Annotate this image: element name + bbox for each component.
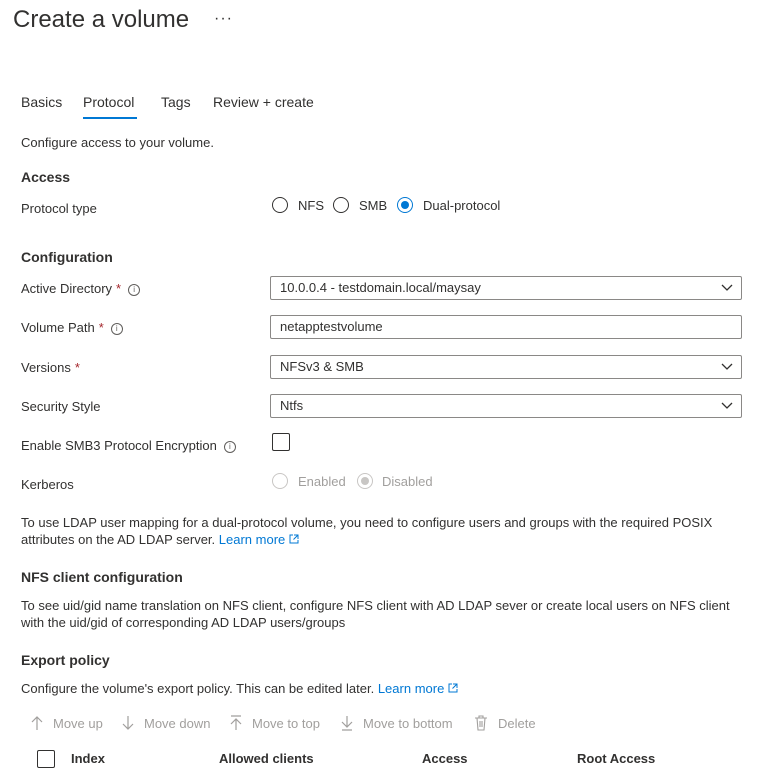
tab-active-indicator	[83, 117, 137, 119]
radio-dual-protocol-label[interactable]: Dual-protocol	[423, 198, 500, 213]
move-to-bottom-button[interactable]: Move to bottom	[363, 716, 453, 731]
smb3-encryption-checkbox[interactable]	[272, 433, 290, 451]
radio-kerberos-disabled[interactable]	[357, 473, 373, 489]
delete-button[interactable]: Delete	[498, 716, 536, 731]
move-to-top-icon	[230, 715, 242, 730]
versions-label: Versions *	[21, 360, 80, 375]
tab-review-create[interactable]: Review + create	[213, 94, 314, 110]
radio-smb-label[interactable]: SMB	[359, 198, 387, 213]
export-policy-heading: Export policy	[21, 652, 110, 668]
radio-kerberos-disabled-label[interactable]: Disabled	[382, 474, 433, 489]
move-to-bottom-icon	[341, 716, 353, 731]
ldap-note-line1: To use LDAP user mapping for a dual-prot…	[21, 515, 713, 530]
radio-smb[interactable]	[333, 197, 349, 213]
nfs-client-line1: To see uid/gid name translation on NFS c…	[21, 598, 730, 613]
chevron-down-icon	[721, 363, 733, 370]
tab-tags[interactable]: Tags	[161, 94, 191, 110]
chevron-down-icon	[721, 402, 733, 409]
trash-icon	[475, 715, 487, 731]
select-all-checkbox[interactable]	[37, 750, 55, 768]
access-heading: Access	[21, 169, 71, 185]
radio-nfs[interactable]	[272, 197, 288, 213]
column-header-root-access[interactable]: Root Access	[577, 751, 655, 766]
protocol-type-label: Protocol type	[21, 201, 97, 216]
arrow-down-icon	[122, 716, 134, 730]
active-directory-dropdown[interactable]: 10.0.0.4 - testdomain.local/maysay	[270, 276, 742, 300]
active-directory-label: Active Directory * i	[21, 281, 141, 296]
radio-dual-protocol[interactable]	[397, 197, 413, 213]
kerberos-label: Kerberos	[21, 477, 74, 492]
tab-protocol[interactable]: Protocol	[83, 94, 134, 110]
column-header-access[interactable]: Access	[422, 751, 468, 766]
external-link-icon	[448, 683, 458, 693]
required-marker: *	[116, 281, 122, 296]
learn-more-link[interactable]: Learn more	[219, 532, 285, 547]
column-header-allowed-clients[interactable]: Allowed clients	[219, 751, 314, 766]
column-header-index[interactable]: Index	[71, 751, 105, 766]
volume-path-label: Volume Path * i	[21, 320, 123, 335]
ldap-note-line2: attributes on the AD LDAP server. Learn …	[21, 532, 299, 547]
info-icon[interactable]: i	[110, 323, 123, 335]
nfs-client-line2: with the uid/gid of corresponding AD LDA…	[21, 615, 346, 630]
chevron-down-icon	[721, 284, 733, 291]
move-up-button[interactable]: Move up	[53, 716, 103, 731]
page-title: Create a volume	[13, 6, 190, 33]
radio-nfs-label[interactable]: NFS	[298, 198, 324, 213]
nfs-client-heading: NFS client configuration	[21, 569, 183, 585]
info-icon[interactable]: i	[223, 441, 236, 453]
radio-kerberos-enabled-label[interactable]: Enabled	[298, 474, 346, 489]
arrow-up-icon	[31, 716, 43, 730]
info-icon[interactable]: i	[128, 284, 141, 296]
security-style-dropdown[interactable]: Ntfs	[270, 394, 742, 418]
versions-dropdown[interactable]: NFSv3 & SMB	[270, 355, 742, 379]
security-style-label: Security Style	[21, 399, 101, 414]
configuration-heading: Configuration	[21, 249, 113, 265]
smb3-encryption-label: Enable SMB3 Protocol Encryption i	[21, 438, 236, 453]
external-link-icon	[289, 534, 299, 544]
intro-text: Configure access to your volume.	[21, 135, 214, 150]
required-marker: *	[98, 320, 104, 335]
radio-kerberos-enabled[interactable]	[272, 473, 288, 489]
volume-path-input[interactable]: netapptestvolume	[270, 315, 742, 339]
more-options-button[interactable]: ···	[214, 10, 233, 28]
required-marker: *	[74, 360, 80, 375]
export-policy-text: Configure the volume's export policy. Th…	[21, 681, 458, 696]
move-down-button[interactable]: Move down	[144, 716, 210, 731]
learn-more-link[interactable]: Learn more	[378, 681, 444, 696]
move-to-top-button[interactable]: Move to top	[252, 716, 320, 731]
tab-basics[interactable]: Basics	[21, 94, 62, 110]
